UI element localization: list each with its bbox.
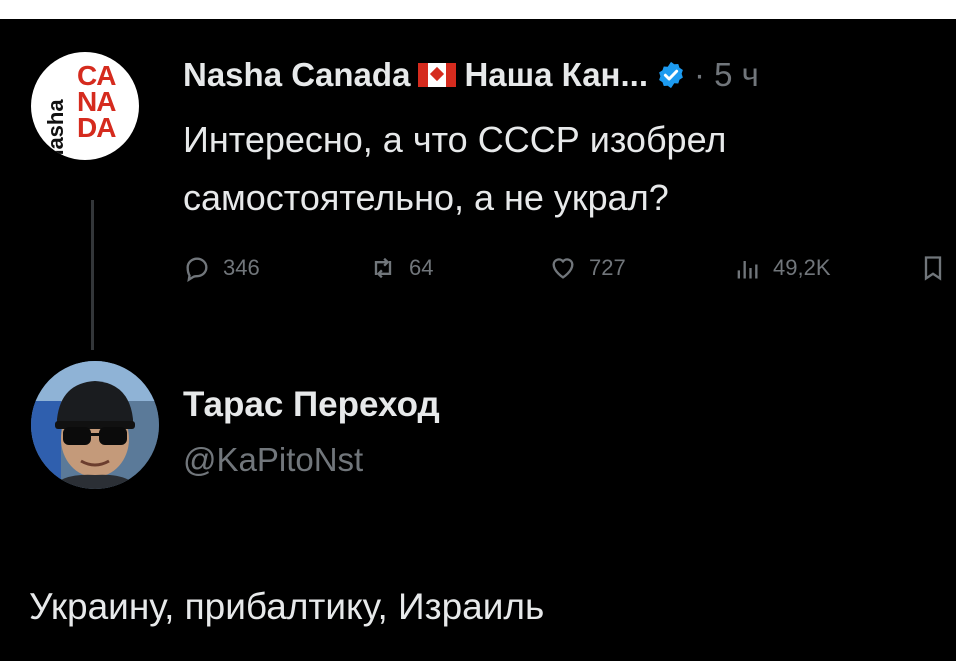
- avatar-side-text: nasha: [43, 99, 68, 160]
- taras-avatar-image: [31, 361, 159, 489]
- bookmark-button[interactable]: [919, 254, 956, 282]
- tweet-text: Интересно, а что СССР изобрел самостояте…: [183, 119, 727, 218]
- like-button[interactable]: 727: [549, 254, 626, 282]
- retweet-count: 64: [409, 255, 434, 280]
- like-icon: [552, 258, 574, 279]
- avatar-letters: CA NA DA: [77, 62, 116, 143]
- reply-text: Украину, прибалтику, Израиль: [29, 586, 545, 627]
- taras-avatar[interactable]: [31, 361, 159, 489]
- tweet-actions: 346 64 727 49,2K: [183, 254, 956, 286]
- like-count: 727: [589, 255, 626, 280]
- bookmark-icon: [924, 256, 942, 281]
- reply-icon: [186, 257, 208, 282]
- reply-count: 346: [223, 255, 260, 280]
- retweet-icon: [374, 257, 392, 279]
- views-count: 49,2K: [773, 255, 831, 280]
- avatar-letters-line-3: DA: [77, 112, 116, 143]
- canada-flag-icon: [418, 63, 457, 87]
- verified-icon: [659, 61, 683, 89]
- author-name[interactable]: Nasha Canada: [183, 56, 410, 94]
- views-icon: [737, 261, 758, 279]
- reply-button[interactable]: 346: [183, 254, 260, 282]
- thread-connector-line: [91, 200, 94, 350]
- retweet-button[interactable]: 64: [369, 254, 433, 282]
- top-white-strip: [0, 0, 956, 19]
- reply-author-name[interactable]: Тарас Переход: [183, 385, 440, 425]
- tweet-header: Nasha Canada Наша Кан... · 5 ч: [183, 56, 759, 94]
- tweet-time[interactable]: · 5 ч: [694, 56, 759, 94]
- reply-author-handle[interactable]: @KaPitoNst: [183, 441, 363, 479]
- author-name-cyrillic[interactable]: Наша Кан...: [464, 56, 648, 94]
- views-button[interactable]: 49,2K: [733, 254, 831, 282]
- nasha-canada-avatar[interactable]: nasha CA NA DA: [31, 52, 139, 160]
